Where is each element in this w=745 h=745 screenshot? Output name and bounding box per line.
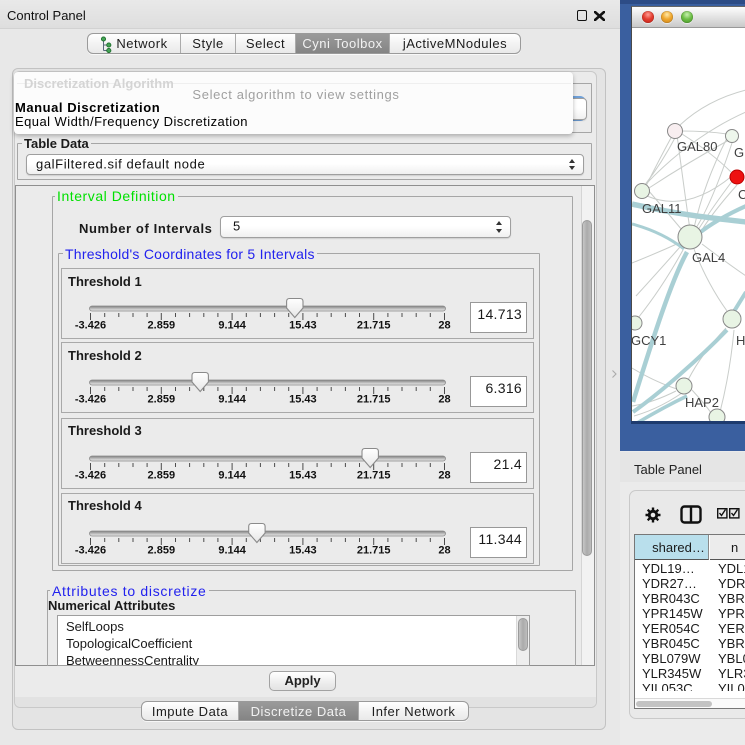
svg-text:9.144: 9.144 [218,469,246,481]
svg-text:GAL11: GAL11 [642,201,682,216]
svg-text:H: H [736,333,745,348]
svg-text:15.43: 15.43 [289,469,317,481]
svg-text:21.715: 21.715 [357,544,391,556]
svg-text:2.859: 2.859 [148,469,176,481]
svg-text:2.859: 2.859 [148,320,176,332]
svg-text:-3.426: -3.426 [75,469,106,481]
svg-text:9.144: 9.144 [218,544,246,556]
svg-text:21.715: 21.715 [357,320,391,332]
svg-text:15.43: 15.43 [289,394,317,406]
svg-text:-3.426: -3.426 [75,320,106,332]
svg-text:9.144: 9.144 [218,320,246,332]
svg-text:28: 28 [438,469,450,481]
svg-text:2.859: 2.859 [148,394,176,406]
svg-text:28: 28 [438,394,450,406]
svg-text:-3.426: -3.426 [75,544,106,556]
svg-text:15.43: 15.43 [289,544,317,556]
svg-text:-3.426: -3.426 [75,394,106,406]
svg-text:C: C [738,187,745,202]
svg-text:21.715: 21.715 [357,394,391,406]
svg-text:GCY1: GCY1 [632,333,666,348]
svg-text:9.144: 9.144 [218,394,246,406]
svg-text:28: 28 [438,544,450,556]
svg-text:28: 28 [438,320,450,332]
svg-text:21.715: 21.715 [357,469,391,481]
svg-text:HAP2: HAP2 [685,395,719,410]
svg-text:G.: G. [734,145,745,160]
svg-text:2.859: 2.859 [148,544,176,556]
svg-text:15.43: 15.43 [289,320,317,332]
svg-text:GAL4: GAL4 [692,250,725,265]
svg-text:GAL80: GAL80 [677,139,717,154]
